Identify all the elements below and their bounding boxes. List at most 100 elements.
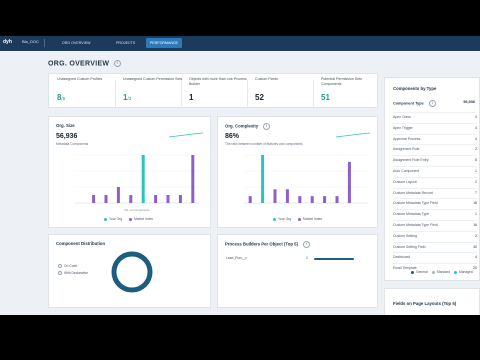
- kpi-sub: /3: [127, 96, 132, 101]
- bar-market-index[interactable]: [248, 196, 252, 203]
- card-title: Fields on Page Layouts (Top 5): [393, 301, 457, 306]
- tab-projects[interactable]: PROJECTS: [112, 38, 139, 48]
- component-type-row[interactable]: Approval Process 4: [393, 133, 477, 145]
- component-type-row[interactable]: Assignment Rule 2: [393, 144, 477, 155]
- row-value: 16: [473, 222, 477, 227]
- component-distribution-card: Component Distribution On Code With Decl…: [48, 234, 211, 308]
- component-type-row[interactable]: Custom Layout 2: [393, 176, 477, 188]
- components-by-type-card: Components by Type Component Type i 56,93…: [384, 77, 480, 281]
- info-icon[interactable]: i: [114, 60, 122, 67]
- bar-market-index[interactable]: [104, 195, 108, 203]
- row-label: Lead_Plan__c: [226, 256, 248, 260]
- page-title: ORG. OVERVIEW: [48, 60, 110, 68]
- bar-market-index[interactable]: [273, 189, 277, 203]
- bar-market-index[interactable]: [335, 196, 339, 203]
- card-title-text: Org. Complexity: [225, 123, 259, 129]
- component-type-row[interactable]: Apex Trigger 4: [393, 122, 477, 134]
- row-value: 40: [473, 244, 477, 249]
- legend-swatch: [431, 270, 435, 274]
- distribution-legend-declarative: With Declarative: [58, 271, 89, 276]
- legend-label: With Declarative: [64, 271, 89, 275]
- component-type-row[interactable]: Dashboard 4: [393, 252, 477, 263]
- bar-market-index[interactable]: [285, 189, 289, 203]
- bar-market-index[interactable]: [178, 195, 182, 203]
- column-header[interactable]: Component Type i: [393, 100, 473, 107]
- org-size-card: Org. Size 56,936 Metadata Components Nb.…: [48, 116, 211, 228]
- org-size-chart: Nb. of components: [75, 154, 199, 212]
- info-icon[interactable]: i: [263, 123, 271, 130]
- org-complexity-sparkline: [336, 132, 370, 138]
- row-label: Approval Process: [393, 136, 421, 141]
- distribution-legend-code: On Code: [58, 264, 77, 269]
- component-type-row[interactable]: Custom Metadata Record 7: [393, 187, 477, 199]
- card-title: Org. Size: [56, 123, 75, 128]
- row-value: 4: [475, 255, 477, 260]
- kpi-label: Objects with more than one Process Build…: [189, 77, 247, 86]
- legend-swatch: [129, 217, 132, 221]
- kpi-objects-process-builder: Objects with more than one Process Build…: [181, 74, 247, 114]
- legend-swatch: [453, 270, 457, 274]
- legend-label: Market Index: [303, 217, 323, 221]
- component-type-list: Apex Class 4 Apex Trigger 4 Approval Process…: [393, 112, 477, 274]
- row-label: Custom Metadata Type Field: [393, 201, 438, 206]
- kpi-label: Unassigned Custom Profiles: [57, 77, 103, 81]
- legend-label: Your Org: [109, 217, 123, 221]
- bar-market-index[interactable]: [347, 161, 351, 203]
- row-label: Custom Metadata Record: [393, 190, 433, 195]
- bar-market-index[interactable]: [166, 195, 170, 203]
- row-value: 6: [475, 158, 477, 163]
- row-label: Auto Component: [393, 168, 420, 173]
- org-complexity-legend: Your Org Market Index: [273, 217, 322, 221]
- bar-your-org[interactable]: [261, 155, 265, 203]
- kpi-unassigned-permission-sets: Unassigned Custom Permission Sets 1/3: [115, 74, 182, 114]
- row-label: Apex Trigger: [393, 125, 413, 130]
- kpi-strip: Unassigned Custom Profiles 8/6 Unassigne…: [48, 73, 378, 108]
- component-type-row[interactable]: Custom Setting 2: [393, 230, 477, 242]
- org-complexity-card: Org. Complexity i 86% The ratio between n…: [217, 116, 378, 228]
- row-value: 1: [475, 168, 477, 173]
- page-title-row: ORG. OVERVIEW i: [48, 60, 122, 68]
- bar-market-index[interactable]: [310, 196, 314, 203]
- legend-swatch: [104, 217, 107, 221]
- bar-market-index[interactable]: [154, 195, 158, 203]
- process-builder-row[interactable]: Lead_Plan__c 2: [226, 256, 356, 262]
- row-label: Custom Setting: [393, 233, 417, 238]
- column-header-total: 56,936: [463, 100, 475, 104]
- row-value: 20: [473, 266, 477, 271]
- brand-logo: dyh: [3, 39, 12, 45]
- component-type-row[interactable]: Custom Setting Field 40: [393, 241, 477, 253]
- row-label: Custom Setting Field: [393, 244, 426, 249]
- card-title: Process Builders Per Object (Top 5) i: [225, 241, 310, 248]
- bar-market-index[interactable]: [323, 196, 327, 203]
- kpi-label: Potential Permission Sets Components: [321, 77, 362, 86]
- bar-market-index[interactable]: [191, 155, 195, 203]
- component-type-row[interactable]: Apex Class 4: [393, 112, 477, 123]
- kpi-custom-fields: Custom Fields 52: [247, 74, 313, 114]
- tab-performance[interactable]: PERFORMANCE: [146, 38, 182, 48]
- bar-market-index[interactable]: [92, 195, 96, 203]
- component-type-row[interactable]: Custom Metadata Type Field 16: [393, 198, 477, 209]
- sort-icon[interactable]: i: [428, 100, 436, 107]
- tab-org-overview[interactable]: ORG OVERVIEW: [58, 38, 95, 48]
- bar-your-org[interactable]: [141, 155, 145, 203]
- bar-market-index[interactable]: [298, 196, 302, 203]
- org-selector[interactable]: Bla_DOC: [22, 39, 39, 44]
- component-type-row[interactable]: Auto Component 1: [393, 165, 477, 177]
- component-type-row[interactable]: Custom Metadata Type Field 16: [393, 219, 477, 231]
- row-value: 2: [475, 233, 477, 238]
- row-label: Custom Layout: [393, 179, 417, 184]
- kpi-value: 8/6: [57, 93, 65, 102]
- component-type-row[interactable]: Custom Metadata Type 1: [393, 209, 477, 220]
- legend-label: Managed: [458, 270, 473, 274]
- org-complexity-caption: The ratio between number of features and…: [225, 142, 303, 146]
- bar-market-index[interactable]: [116, 187, 120, 203]
- card-title: Components by Type: [393, 86, 437, 91]
- kpi-value: 51: [321, 93, 330, 102]
- org-complexity-chart: [244, 154, 368, 204]
- bar-market-index[interactable]: [129, 195, 133, 203]
- nav-divider: [44, 39, 45, 47]
- info-icon[interactable]: i: [303, 241, 310, 248]
- donut-ring: [111, 251, 153, 293]
- component-type-row[interactable]: Assignment Rule Entry 6: [393, 155, 477, 166]
- kpi-value: 1/3: [123, 93, 131, 102]
